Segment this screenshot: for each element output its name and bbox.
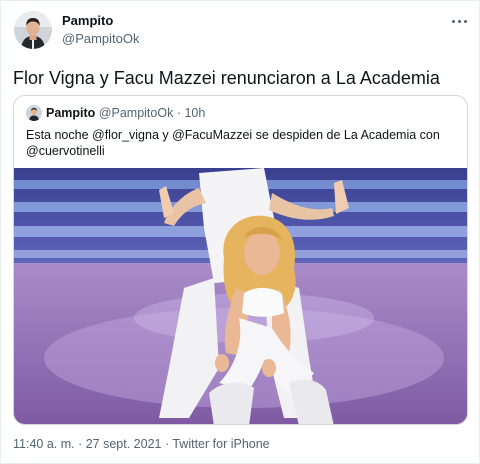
author-avatar[interactable] bbox=[14, 11, 52, 49]
quoted-text: Esta noche @flor_vigna y @FacuMazzei se … bbox=[26, 128, 440, 158]
quoted-time: 10h bbox=[184, 106, 206, 120]
quoted-separator: · bbox=[176, 106, 181, 120]
more-horizontal-icon[interactable] bbox=[447, 9, 473, 33]
tweet-timestamp[interactable]: 11:40 a. m. · 27 sept. 2021 · Twitter fo… bbox=[13, 437, 270, 451]
quoted-author-avatar bbox=[26, 105, 42, 121]
author-handle[interactable]: @PampitoOk bbox=[62, 31, 140, 46]
quoted-header: Pampito @PampitoOk · 10h bbox=[46, 106, 205, 120]
author-name[interactable]: Pampito bbox=[62, 13, 113, 28]
tweet-card: Pampito @PampitoOk Flor Vigna y Facu Maz… bbox=[0, 0, 480, 464]
quoted-photo[interactable] bbox=[14, 168, 467, 424]
quoted-author-handle: @PampitoOk bbox=[98, 106, 174, 120]
quoted-author-name: Pampito bbox=[46, 106, 96, 120]
quoted-tweet[interactable]: Pampito @PampitoOk · 10h Esta noche @flo… bbox=[13, 95, 468, 425]
tweet-text: Flor Vigna y Facu Mazzei renunciaron a L… bbox=[13, 68, 440, 88]
